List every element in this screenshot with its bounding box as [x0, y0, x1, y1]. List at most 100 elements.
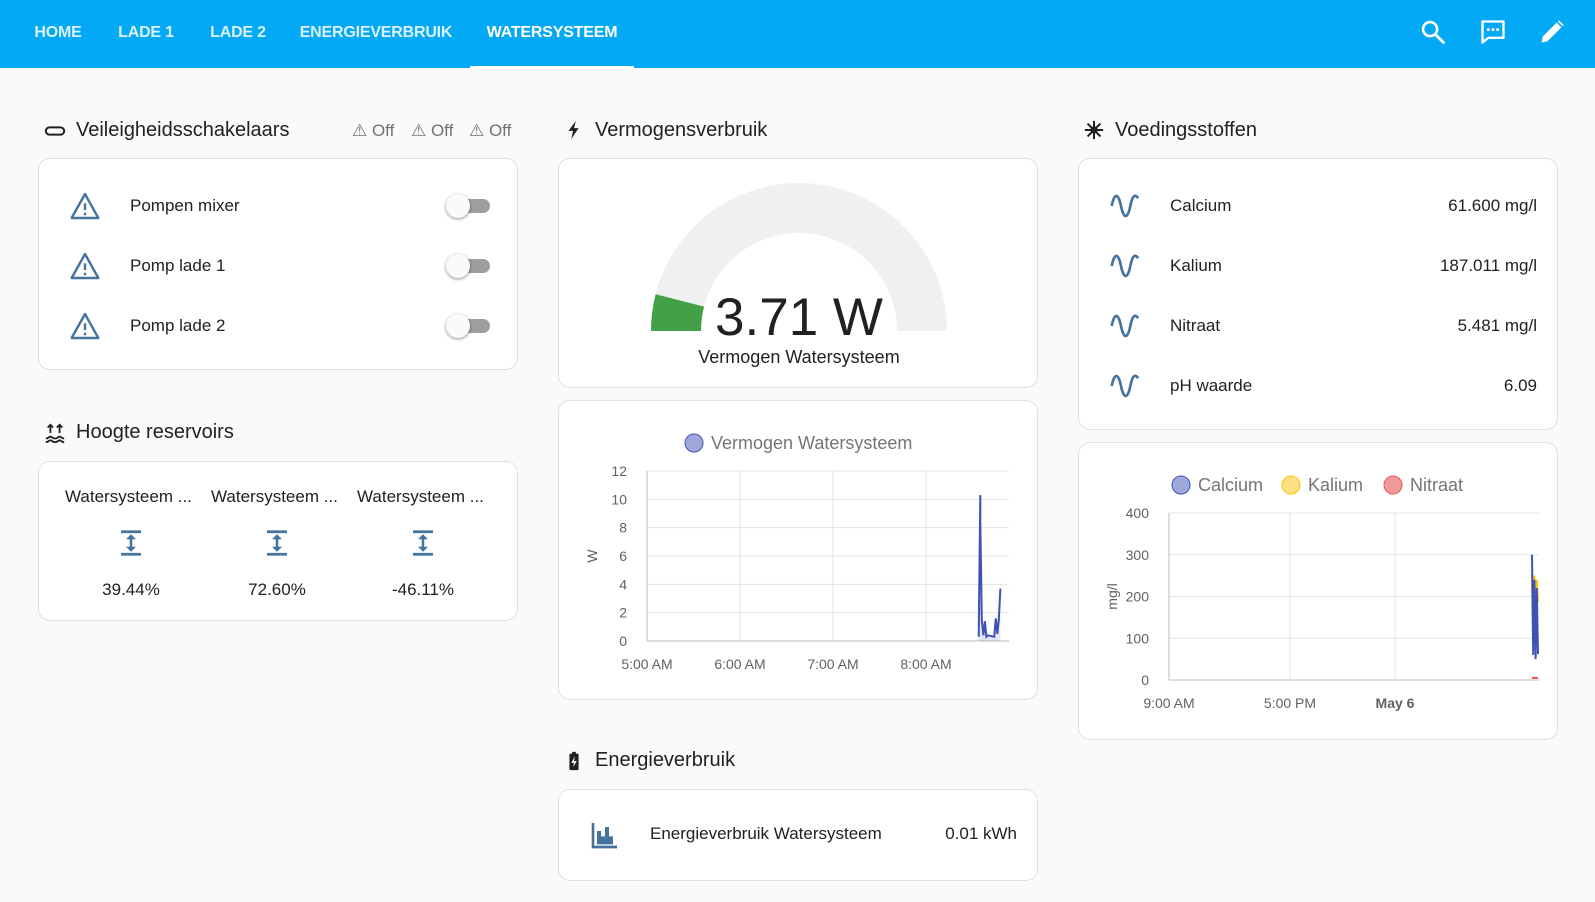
tab-label: LADE 2: [210, 24, 266, 41]
safety-switches-card: Pompen mixer Pomp lade 1 Pomp lade 2: [38, 158, 518, 370]
nutrients-card: Calcium 61.600 mg/l Kalium 187.011 mg/l …: [1078, 158, 1558, 430]
legend-swatch: [1281, 475, 1301, 495]
switch-toggle[interactable]: [446, 194, 492, 218]
energy-card: Energieverbruik Watersysteem 0.01 kWh: [558, 789, 1038, 881]
y-axis-label: mg/l: [1104, 583, 1120, 609]
chat-icon[interactable]: [1479, 18, 1507, 46]
reservoir-label: Watersysteem ...: [211, 487, 338, 506]
pencil-icon[interactable]: [1538, 18, 1566, 46]
y-tick-label: 400: [1126, 505, 1150, 521]
power-history-chart[interactable]: Vermogen Watersysteem 0 2 4 6 8 10 12 5:00 AM 6:0…: [559, 401, 1039, 701]
nutrient-value: 61.600 mg/l: [1448, 196, 1537, 215]
y-tick-label: 2: [619, 605, 627, 621]
alert-icon: [70, 192, 100, 220]
y-tick-label: 4: [619, 576, 627, 592]
switch-label: Pompen mixer: [130, 196, 240, 215]
height-icon[interactable]: [262, 528, 292, 558]
sine-wave-icon: [1110, 314, 1140, 338]
alert-icon: [70, 312, 100, 340]
series-line: [977, 495, 1002, 639]
tab-watersysteem[interactable]: WATERSYSTEEM: [470, 0, 634, 68]
reservoir-value: 72.60%: [248, 580, 306, 599]
battery-charging-icon: [569, 751, 579, 771]
switch-toggle[interactable]: [446, 314, 492, 338]
nutrient-value: 187.011 mg/l: [1439, 256, 1537, 275]
status-badge[interactable]: ⚠ Off: [411, 121, 453, 141]
energy-value: 0.01 kWh: [945, 824, 1017, 843]
switch-toggle[interactable]: [446, 254, 492, 278]
nutrients-history-card[interactable]: Calcium Kalium Nitraat 0 100 200 300 400 9:00 AM…: [1078, 442, 1558, 740]
tab-lade-2[interactable]: LADE 2: [196, 0, 280, 68]
x-tick-label: 7:00 AM: [807, 656, 858, 672]
molecule-icon: [1084, 120, 1104, 140]
water-level-icon: [45, 423, 65, 444]
power-history-card[interactable]: Vermogen Watersysteem 0 2 4 6 8 10 12 5:00 AM 6:0…: [558, 400, 1038, 700]
gauge-card[interactable]: 3.71 W Vermogen Watersysteem: [558, 158, 1038, 388]
tab-lade-1[interactable]: LADE 1: [104, 0, 188, 68]
nutrient-label: pH waarde: [1170, 376, 1253, 395]
legend-label: Kalium: [1308, 475, 1363, 495]
tab-home[interactable]: HOME: [20, 0, 96, 68]
series-line: [1531, 554, 1539, 660]
legend-item: Kalium: [1281, 475, 1363, 495]
x-tick-label: 5:00 PM: [1264, 695, 1316, 711]
nutrient-label: Kalium: [1170, 256, 1222, 275]
switch-label: Pomp lade 1: [130, 256, 226, 275]
y-tick-label: 0: [1141, 672, 1149, 688]
sine-wave-icon: [1110, 254, 1140, 278]
y-tick-label: 200: [1126, 589, 1150, 605]
status-badge[interactable]: ⚠ Off: [352, 121, 394, 141]
reservoirs-card: Watersysteem ... Watersysteem ... Waters…: [38, 461, 518, 621]
y-tick-label: 100: [1126, 630, 1150, 646]
y-tick-label: 300: [1126, 547, 1150, 563]
tab-label: ENERGIEVERBRUIK: [299, 24, 453, 41]
y-tick-label: 8: [619, 520, 627, 536]
link-icon: [44, 126, 66, 136]
nutrient-value: 5.481 mg/l: [1457, 316, 1537, 335]
height-icon[interactable]: [116, 528, 146, 558]
legend-item: Nitraat: [1383, 475, 1463, 495]
reservoir-label: Watersysteem ...: [65, 487, 192, 506]
tab-energieverbruik[interactable]: ENERGIEVERBRUIK: [290, 0, 462, 68]
legend-label: Calcium: [1198, 475, 1263, 495]
legend-swatch: [1383, 475, 1403, 495]
y-tick-label: 6: [619, 548, 627, 564]
x-tick-label: 8:00 AM: [900, 656, 951, 672]
x-tick-label: 5:00 AM: [621, 656, 672, 672]
section-title-reservoirs: Hoogte reservoirs: [76, 421, 234, 443]
active-tab-indicator: [470, 66, 634, 68]
tab-label: LADE 1: [118, 24, 174, 41]
height-icon[interactable]: [408, 528, 438, 558]
y-tick-label: 0: [619, 633, 627, 649]
legend-swatch: [684, 433, 704, 453]
tab-label: WATERSYSTEEM: [486, 24, 618, 41]
energy-label: Energieverbruik Watersysteem: [650, 824, 882, 843]
reservoir-label: Watersysteem ...: [357, 487, 484, 506]
section-title-power: Vermogensverbruik: [595, 119, 768, 141]
legend-item: Vermogen Watersysteem: [684, 433, 912, 453]
legend-label: Vermogen Watersysteem: [711, 433, 912, 453]
alert-icon: [70, 252, 100, 280]
section-title-safety: Veileigheidsschakelaars: [76, 119, 290, 141]
chart-histogram-icon: [591, 823, 617, 849]
gauge-value: 3.71 W: [715, 288, 883, 347]
flash-icon: [568, 120, 579, 140]
legend-swatch: [1171, 475, 1191, 495]
sine-wave-icon: [1110, 374, 1140, 398]
nutrient-label: Calcium: [1170, 196, 1232, 215]
y-tick-label: 12: [611, 463, 627, 479]
gauge-name: Vermogen Watersysteem: [698, 347, 900, 367]
reservoir-value: 39.44%: [102, 580, 160, 599]
nutrients-history-chart[interactable]: Calcium Kalium Nitraat 0 100 200 300 400 9:00 AM…: [1079, 443, 1559, 741]
x-tick-label: 6:00 AM: [714, 656, 765, 672]
top-app-bar: HOME LADE 1 LADE 2 ENERGIEVERBRUIK WATER…: [0, 0, 1595, 68]
status-badge[interactable]: ⚠ Off: [469, 121, 511, 141]
y-tick-label: 10: [611, 491, 627, 507]
section-title-nutrients: Voedingsstoffen: [1115, 119, 1257, 141]
x-tick-label: 9:00 AM: [1143, 695, 1194, 711]
tab-label: HOME: [34, 24, 82, 41]
legend-item: Calcium: [1171, 475, 1263, 495]
search-icon[interactable]: [1419, 18, 1447, 46]
sine-wave-icon: [1110, 194, 1140, 218]
nutrient-value: 6.09: [1503, 376, 1537, 395]
